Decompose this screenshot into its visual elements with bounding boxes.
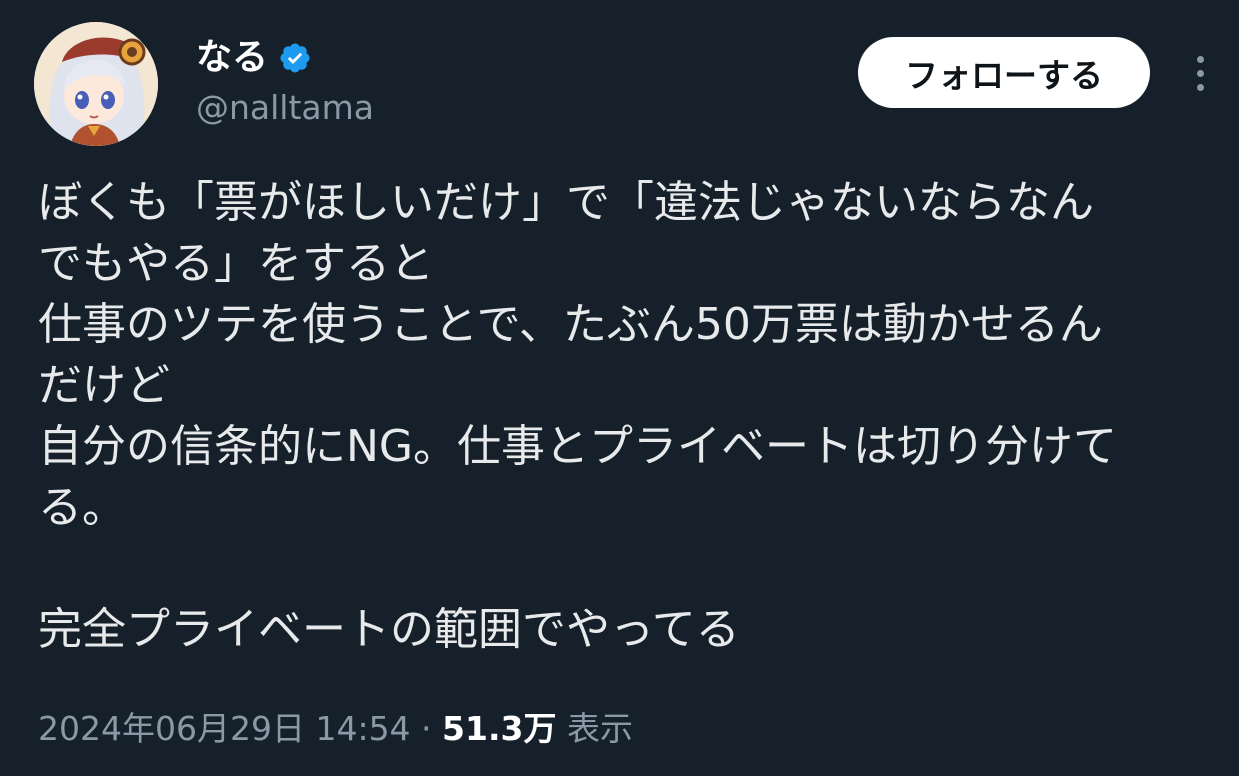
follow-button[interactable]: フォローする [858,37,1150,108]
author-handle[interactable]: @nalltama [196,86,374,130]
tweet-body-line: 自分の信条的にNG。仕事とプライベートは切り分けて [38,421,1118,472]
tweet-body-line: だけど [38,360,170,411]
tweet-body-line: る。 [38,482,126,533]
avatar[interactable] [34,22,158,146]
tweet-body: ぼくも「票がほしいだけ」で「違法じゃないならなん でもやる」をすると 仕事のツテ… [38,172,1218,660]
avatar-illustration [34,22,158,146]
verified-badge-icon [278,41,312,75]
tweet-body-line: ぼくも「票がほしいだけ」で「違法じゃないならなん [38,177,1094,228]
author-display-name[interactable]: なる [196,34,268,82]
author-name-row: なる [196,34,312,82]
tweet-timestamp[interactable]: 2024年06月29日 14:54 [38,709,411,748]
tweet-meta: 2024年06月29日 14:54 · 51.3万 表示 [38,706,633,752]
more-dot [1196,55,1204,63]
tweet-body-line: 完全プライベートの範囲でやってる [38,604,740,655]
tweet-body-line: 仕事のツテを使うことで、たぶん50万票は動かせるん [38,299,1103,350]
tweet-body-line [38,538,1218,599]
tweet-card: なる @nalltama フォローする ぼくも「票がほしいだけ」で「違法じゃない… [0,0,1239,776]
tweet-body-line: でもやる」をすると [38,238,434,289]
more-dot [1196,69,1204,77]
more-dot [1196,83,1204,91]
more-options-icon[interactable] [1180,48,1220,98]
meta-separator: · [410,709,443,748]
views-label: 表示 [556,709,633,748]
views-count: 51.3万 [442,709,557,748]
